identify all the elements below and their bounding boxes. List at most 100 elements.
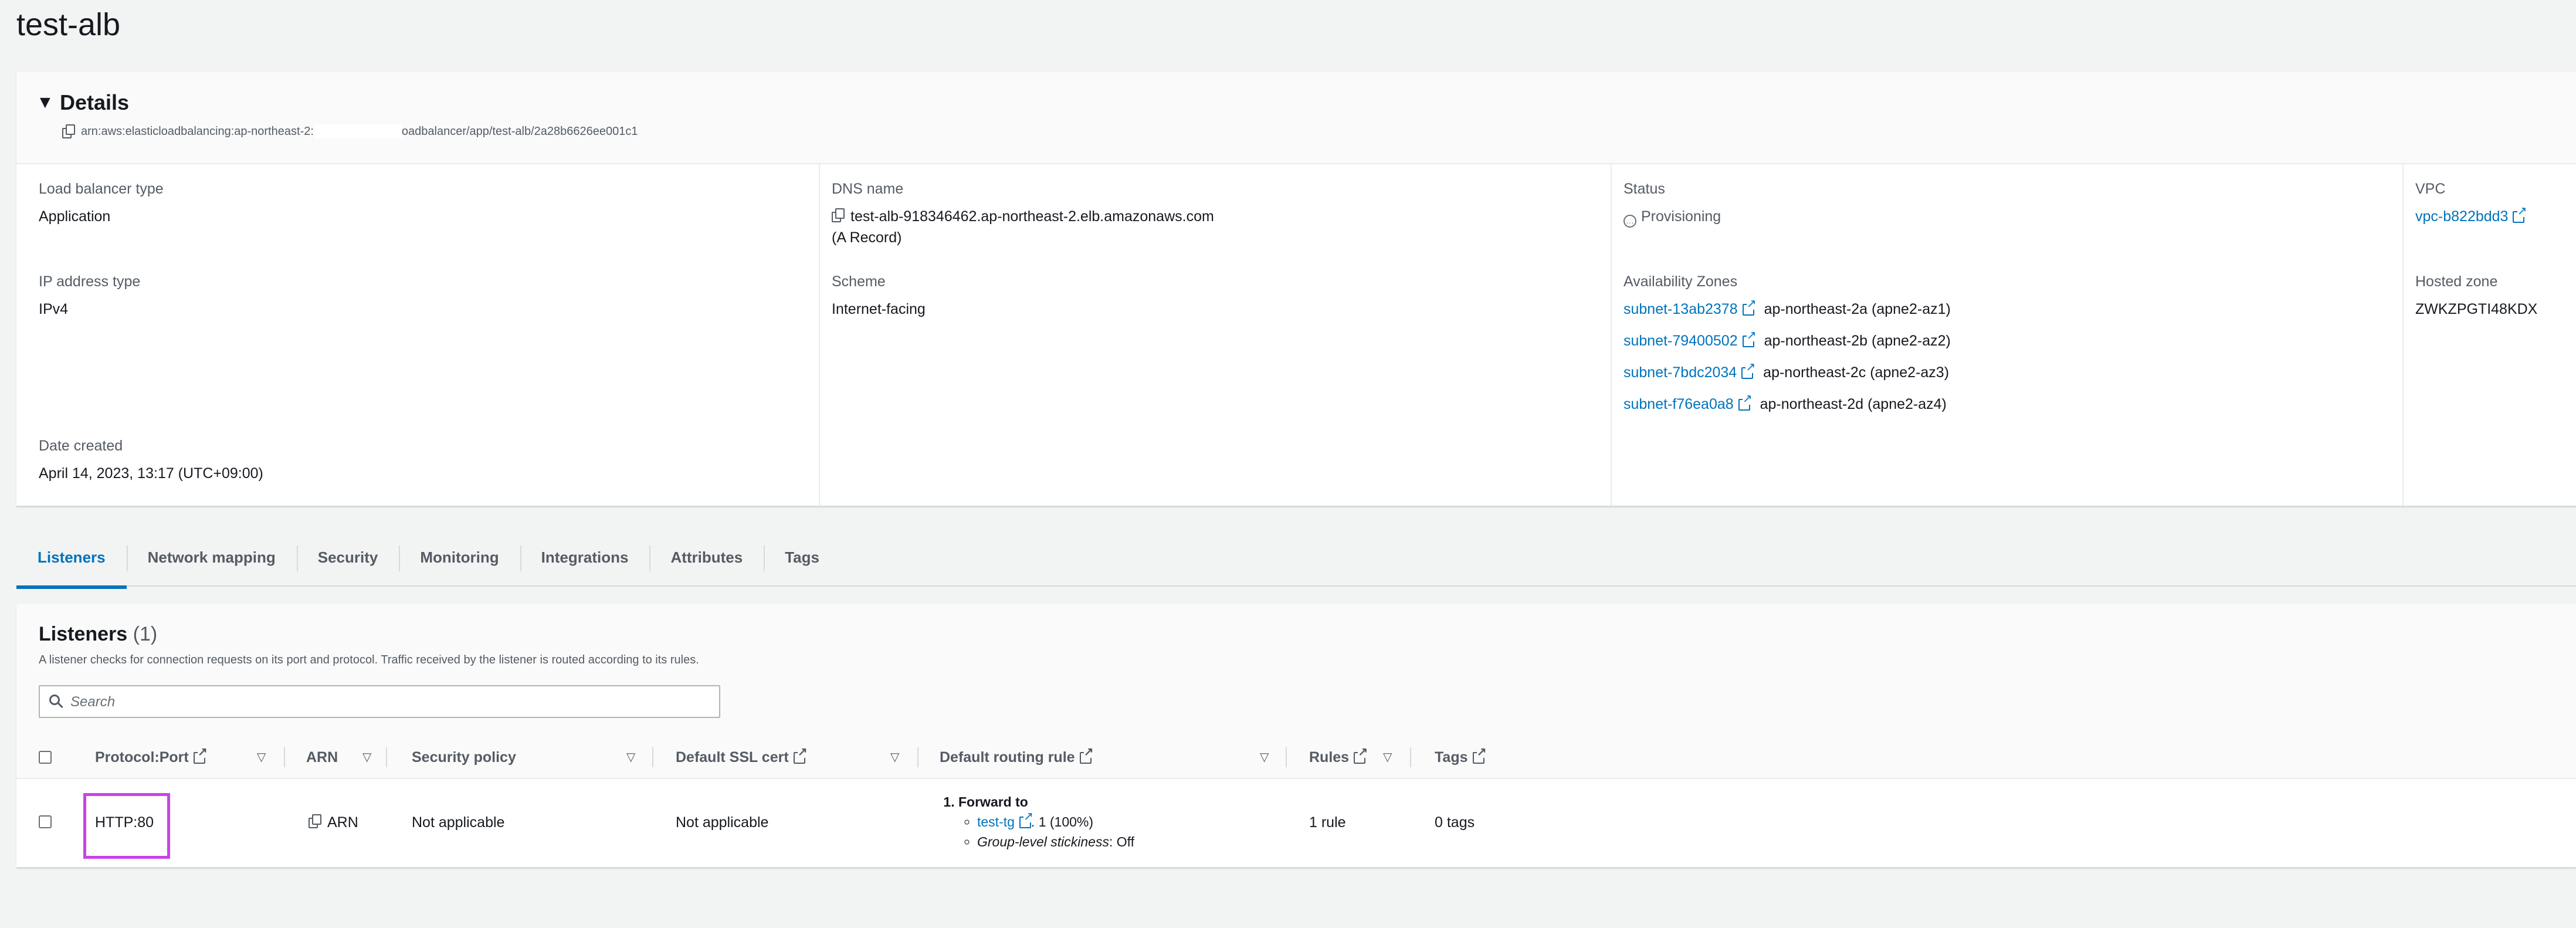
target-group-link[interactable]: test-tg <box>977 814 1015 829</box>
rules-link[interactable]: 1 rule <box>1309 814 1346 831</box>
listeners-title-text: Listeners <box>39 623 128 645</box>
stickiness-label: Group-level stickiness <box>977 834 1109 849</box>
routing-details: test-tg : 1 (100%) Group-level stickiness… <box>958 811 1134 852</box>
details-heading[interactable]: Details <box>60 90 129 115</box>
tags-link[interactable]: 0 tags <box>1435 814 1475 831</box>
sort-caret-icon[interactable]: ▽ <box>1383 737 1392 778</box>
field-value: April 14, 2023, 13:17 (UTC+09:00) <box>39 465 263 482</box>
dns-name-text: test-alb-918346462.ap-northeast-2.elb.am… <box>850 208 1214 225</box>
pending-status-icon: … <box>1623 215 1636 228</box>
external-link-icon[interactable] <box>1742 330 1757 347</box>
arn-cell: ARN <box>309 814 358 831</box>
az-row: subnet-7bdc2034 ap-northeast-2c (apne2-a… <box>1623 361 1951 383</box>
column-divider <box>1611 164 1612 506</box>
column-header-security-policy[interactable]: Security policy <box>412 737 516 778</box>
subnet-link[interactable]: subnet-79400502 <box>1623 333 1738 349</box>
external-link-icon[interactable] <box>1742 298 1757 316</box>
listeners-header: Listeners (1) A listener checks for conn… <box>16 604 2576 737</box>
arn-cell-text: ARN <box>327 814 358 831</box>
tab-security[interactable]: Security <box>296 534 399 585</box>
external-link-icon[interactable] <box>1741 361 1756 379</box>
arn-suffix: oadbalancer/app/test-alb/2a28b6626ee001c… <box>401 124 638 138</box>
column-divider <box>819 164 820 506</box>
caret-down-icon[interactable]: ▼ <box>36 93 54 113</box>
field-label: Load balancer type <box>39 181 164 197</box>
routing-step-label: Forward to <box>958 794 1028 810</box>
row-checkbox[interactable] <box>39 815 52 828</box>
column-header-default-ssl-cert[interactable]: Default SSL cert <box>676 737 808 778</box>
field-label: Date created <box>39 438 123 454</box>
listeners-description: A listener checks for connection request… <box>39 653 699 666</box>
field-value: Internet-facing <box>832 301 926 317</box>
column-header-default-routing-rule[interactable]: Default routing rule <box>940 737 1094 778</box>
sort-caret-icon[interactable]: ▽ <box>890 737 899 778</box>
sort-caret-icon[interactable]: ▽ <box>362 737 371 778</box>
external-link-icon <box>1079 746 1094 764</box>
sort-caret-icon[interactable]: ▽ <box>626 737 635 778</box>
protocol-port-link[interactable]: HTTP:80 <box>95 814 154 831</box>
column-divider <box>2402 164 2404 506</box>
copy-icon[interactable] <box>832 208 845 222</box>
sort-caret-icon[interactable]: ▽ <box>257 737 266 778</box>
column-header-tags[interactable]: Tags <box>1435 737 1487 778</box>
security-policy-cell: Not applicable <box>412 814 505 831</box>
external-link-icon[interactable] <box>2513 205 2527 223</box>
vpc-value: vpc-b822bdd3 <box>2415 205 2527 227</box>
external-link-icon[interactable] <box>1738 393 1753 411</box>
column-header-label: Default SSL cert <box>676 749 789 766</box>
column-divider <box>1286 747 1287 767</box>
external-link-icon[interactable] <box>1019 811 1033 828</box>
column-divider <box>652 747 653 767</box>
field-label: DNS name <box>832 181 904 197</box>
column-divider <box>386 747 387 767</box>
external-link-icon <box>193 746 208 764</box>
dns-name-field: DNS name test-alb-918346462.ap-northeast… <box>832 181 1214 248</box>
column-header-rules[interactable]: Rules <box>1309 737 1368 778</box>
subnet-link[interactable]: subnet-7bdc2034 <box>1623 364 1737 381</box>
routing-rule-cell: Forward to test-tg : 1 (100%) Group-level… <box>941 792 1134 852</box>
search-box[interactable] <box>39 685 720 718</box>
tab-tags[interactable]: Tags <box>764 534 840 585</box>
target-weight: : 1 (100%) <box>1031 814 1094 829</box>
field-label: Hosted zone <box>2415 273 2498 290</box>
column-header-label: Rules <box>1309 749 1350 766</box>
tab-monitoring[interactable]: Monitoring <box>399 534 520 585</box>
date-created-field: Date created April 14, 2023, 13:17 (UTC+… <box>39 438 263 484</box>
external-link-icon <box>1472 746 1487 764</box>
tab-attributes[interactable]: Attributes <box>649 534 764 585</box>
arn-prefix: arn:aws:elasticloadbalancing:ap-northeas… <box>81 124 314 138</box>
search-input[interactable] <box>69 691 705 713</box>
column-header-arn[interactable]: ARN <box>306 737 338 778</box>
field-value: Application <box>39 208 111 225</box>
routing-step: Forward to test-tg : 1 (100%) Group-level… <box>958 792 1134 852</box>
az-zone: ap-northeast-2d (apne2-az4) <box>1760 396 1947 412</box>
column-header-label: Tags <box>1435 749 1468 766</box>
listeners-count: (1) <box>133 623 158 645</box>
dns-name-value: test-alb-918346462.ap-northeast-2.elb.am… <box>832 206 1214 227</box>
field-value: IPv4 <box>39 301 69 317</box>
status-field: Status … Provisioning <box>1623 181 1721 228</box>
sort-caret-icon[interactable]: ▽ <box>1260 737 1269 778</box>
az-row: subnet-79400502 ap-northeast-2b (apne2-a… <box>1623 330 1951 351</box>
subnet-link[interactable]: subnet-13ab2378 <box>1623 301 1738 317</box>
external-link-icon <box>793 746 808 764</box>
az-row: subnet-f76ea0a8 ap-northeast-2d (apne2-a… <box>1623 393 1951 415</box>
ip-address-type-field: IP address type IPv4 <box>39 273 140 320</box>
tab-listeners[interactable]: Listeners <box>16 534 127 589</box>
subnet-link[interactable]: subnet-f76ea0a8 <box>1623 396 1734 412</box>
target-group-item: test-tg : 1 (100%) <box>977 811 1134 832</box>
copy-icon[interactable] <box>62 124 75 138</box>
column-header-label: Protocol:Port <box>95 749 189 766</box>
az-zone: ap-northeast-2c (apne2-az3) <box>1763 364 1950 381</box>
column-divider <box>284 747 285 767</box>
az-zone: ap-northeast-2b (apne2-az2) <box>1764 333 1951 349</box>
tab-network-mapping[interactable]: Network mapping <box>126 534 297 585</box>
column-header-protocol-port[interactable]: Protocol:Port <box>95 737 208 778</box>
hosted-zone-field: Hosted zone ZWKZPGTI48KDX <box>2415 273 2537 320</box>
copy-icon[interactable] <box>309 814 321 828</box>
select-all-checkbox[interactable] <box>39 751 52 764</box>
listeners-title: Listeners (1) <box>39 623 157 646</box>
vpc-link[interactable]: vpc-b822bdd3 <box>2415 208 2508 225</box>
tab-integrations[interactable]: Integrations <box>520 534 650 585</box>
column-header-label: Default routing rule <box>940 749 1075 766</box>
